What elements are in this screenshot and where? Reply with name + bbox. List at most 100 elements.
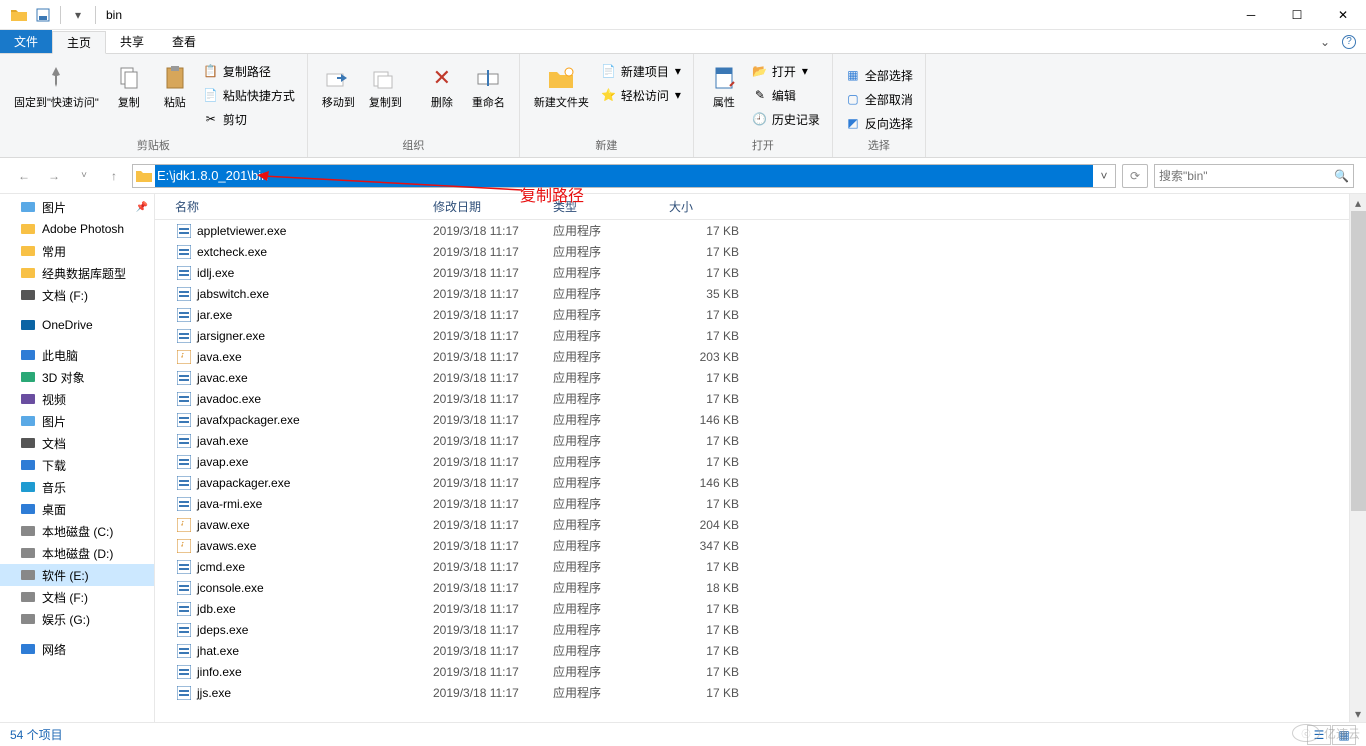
tree-item[interactable]: 常用 (0, 240, 154, 262)
up-button[interactable]: ↑ (102, 164, 126, 188)
tree-item[interactable]: 图片📌 (0, 196, 154, 218)
col-modified[interactable]: 修改日期 (433, 198, 553, 215)
paste-shortcut-button[interactable]: 📄粘贴快捷方式 (199, 84, 299, 106)
scroll-up-icon[interactable]: ▴ (1350, 194, 1366, 211)
selectnone-button[interactable]: ▢全部取消 (841, 88, 917, 110)
tree-item[interactable]: 图片 (0, 410, 154, 432)
tab-home[interactable]: 主页 (52, 31, 106, 54)
scroll-thumb[interactable] (1351, 211, 1366, 511)
tree-item[interactable]: 文档 (F:) (0, 284, 154, 306)
scroll-down-icon[interactable]: ▾ (1350, 705, 1366, 722)
file-row[interactable]: java.exe2019/3/18 11:17应用程序203 KB (155, 346, 1366, 367)
tab-file[interactable]: 文件 (0, 30, 52, 53)
help-icon[interactable]: ? (1342, 35, 1356, 49)
tab-view[interactable]: 查看 (158, 30, 210, 53)
tree-item[interactable]: Adobe Photosh (0, 218, 154, 240)
file-row[interactable]: javap.exe2019/3/18 11:17应用程序17 KB (155, 451, 1366, 472)
open-button[interactable]: 📂打开▾ (748, 60, 824, 82)
newitem-button[interactable]: 📄新建项目▾ (597, 60, 685, 82)
file-row[interactable]: jcmd.exe2019/3/18 11:17应用程序17 KB (155, 556, 1366, 577)
file-row[interactable]: javaw.exe2019/3/18 11:17应用程序204 KB (155, 514, 1366, 535)
column-headers[interactable]: 名称 修改日期 类型 大小 (155, 194, 1366, 220)
file-list[interactable]: appletviewer.exe2019/3/18 11:17应用程序17 KB… (155, 220, 1366, 722)
minimize-button[interactable]: ─ (1228, 0, 1274, 30)
copyto-button[interactable]: 复制到 (363, 58, 408, 114)
pin-quickaccess-button[interactable]: 固定到"快速访问" (8, 58, 105, 114)
address-dropdown-icon[interactable]: ˅ (1093, 169, 1115, 183)
address-bar[interactable]: ˅ (132, 164, 1116, 188)
tree-item[interactable]: 此电脑 (0, 344, 154, 366)
properties-button[interactable]: 属性 (702, 58, 746, 114)
refresh-button[interactable]: ⟳ (1122, 164, 1148, 188)
tree-item[interactable]: 本地磁盘 (D:) (0, 542, 154, 564)
file-name: appletviewer.exe (197, 224, 433, 238)
file-row[interactable]: jdeps.exe2019/3/18 11:17应用程序17 KB (155, 619, 1366, 640)
file-row[interactable]: jabswitch.exe2019/3/18 11:17应用程序35 KB (155, 283, 1366, 304)
cut-button[interactable]: ✂剪切 (199, 108, 299, 130)
recent-dropdown[interactable]: ˅ (72, 164, 96, 188)
file-row[interactable]: javah.exe2019/3/18 11:17应用程序17 KB (155, 430, 1366, 451)
forward-button[interactable]: → (42, 164, 66, 188)
file-row[interactable]: java-rmi.exe2019/3/18 11:17应用程序17 KB (155, 493, 1366, 514)
moveto-button[interactable]: 移动到 (316, 58, 361, 114)
tree-item[interactable]: OneDrive (0, 314, 154, 336)
file-row[interactable]: jdb.exe2019/3/18 11:17应用程序17 KB (155, 598, 1366, 619)
maximize-button[interactable]: ☐ (1274, 0, 1320, 30)
easyaccess-button[interactable]: ⭐轻松访问▾ (597, 84, 685, 106)
tree-item[interactable]: 本地磁盘 (C:) (0, 520, 154, 542)
file-row[interactable]: javapackager.exe2019/3/18 11:17应用程序146 K… (155, 472, 1366, 493)
tree-item[interactable]: 文档 (0, 432, 154, 454)
history-button[interactable]: 🕘历史记录 (748, 108, 824, 130)
address-input[interactable] (155, 165, 1093, 187)
tab-share[interactable]: 共享 (106, 30, 158, 53)
file-row[interactable]: idlj.exe2019/3/18 11:17应用程序17 KB (155, 262, 1366, 283)
col-name[interactable]: 名称 (175, 198, 433, 215)
col-type[interactable]: 类型 (553, 198, 669, 215)
tree-item[interactable]: 3D 对象 (0, 366, 154, 388)
copy-path-button[interactable]: 📋复制路径 (199, 60, 299, 82)
tree-item[interactable]: 视频 (0, 388, 154, 410)
tree-item[interactable]: 娱乐 (G:) (0, 608, 154, 630)
tree-item[interactable]: 文档 (F:) (0, 586, 154, 608)
back-button[interactable]: ← (12, 164, 36, 188)
copy-button[interactable]: 复制 (107, 58, 151, 114)
save-icon[interactable] (32, 4, 54, 26)
tree-item[interactable]: 桌面 (0, 498, 154, 520)
tree-item[interactable]: 音乐 (0, 476, 154, 498)
search-input[interactable] (1159, 169, 1334, 183)
scrollbar[interactable]: ▴ ▾ (1349, 194, 1366, 722)
file-row[interactable]: jinfo.exe2019/3/18 11:17应用程序17 KB (155, 661, 1366, 682)
edit-button[interactable]: ✎编辑 (748, 84, 824, 106)
file-name: jjs.exe (197, 686, 433, 700)
search-box[interactable]: 🔍 (1154, 164, 1354, 188)
file-row[interactable]: jar.exe2019/3/18 11:17应用程序17 KB (155, 304, 1366, 325)
tree-item[interactable]: 经典数据库题型 (0, 262, 154, 284)
file-name: jcmd.exe (197, 560, 433, 574)
file-row[interactable]: javaws.exe2019/3/18 11:17应用程序347 KB (155, 535, 1366, 556)
file-row[interactable]: javac.exe2019/3/18 11:17应用程序17 KB (155, 367, 1366, 388)
newfolder-button[interactable]: 新建文件夹 (528, 58, 595, 114)
file-row[interactable]: jjs.exe2019/3/18 11:17应用程序17 KB (155, 682, 1366, 703)
file-row[interactable]: jarsigner.exe2019/3/18 11:17应用程序17 KB (155, 325, 1366, 346)
tree-item[interactable]: 软件 (E:) (0, 564, 154, 586)
file-row[interactable]: jconsole.exe2019/3/18 11:17应用程序18 KB (155, 577, 1366, 598)
navigation-tree[interactable]: 图片📌Adobe Photosh常用经典数据库题型文档 (F:) OneDrive… (0, 194, 155, 722)
paste-button[interactable]: 粘贴 (153, 58, 197, 114)
tree-item[interactable]: 网络 (0, 638, 154, 660)
file-row[interactable]: javadoc.exe2019/3/18 11:17应用程序17 KB (155, 388, 1366, 409)
delete-button[interactable]: ✕删除 (420, 58, 464, 114)
group-label-open: 打开 (752, 135, 774, 157)
file-row[interactable]: appletviewer.exe2019/3/18 11:17应用程序17 KB (155, 220, 1366, 241)
invertselection-button[interactable]: ◩反向选择 (841, 112, 917, 134)
file-row[interactable]: extcheck.exe2019/3/18 11:17应用程序17 KB (155, 241, 1366, 262)
qat-dropdown-icon[interactable]: ▾ (67, 4, 89, 26)
close-button[interactable]: ✕ (1320, 0, 1366, 30)
col-size[interactable]: 大小 (669, 198, 739, 215)
tree-item[interactable]: 下载 (0, 454, 154, 476)
file-row[interactable]: javafxpackager.exe2019/3/18 11:17应用程序146… (155, 409, 1366, 430)
rename-button[interactable]: 重命名 (466, 58, 511, 114)
file-icon (175, 349, 193, 365)
ribbon-collapse-icon[interactable]: ⌄ (1320, 35, 1330, 49)
file-row[interactable]: jhat.exe2019/3/18 11:17应用程序17 KB (155, 640, 1366, 661)
selectall-button[interactable]: ▦全部选择 (841, 64, 917, 86)
